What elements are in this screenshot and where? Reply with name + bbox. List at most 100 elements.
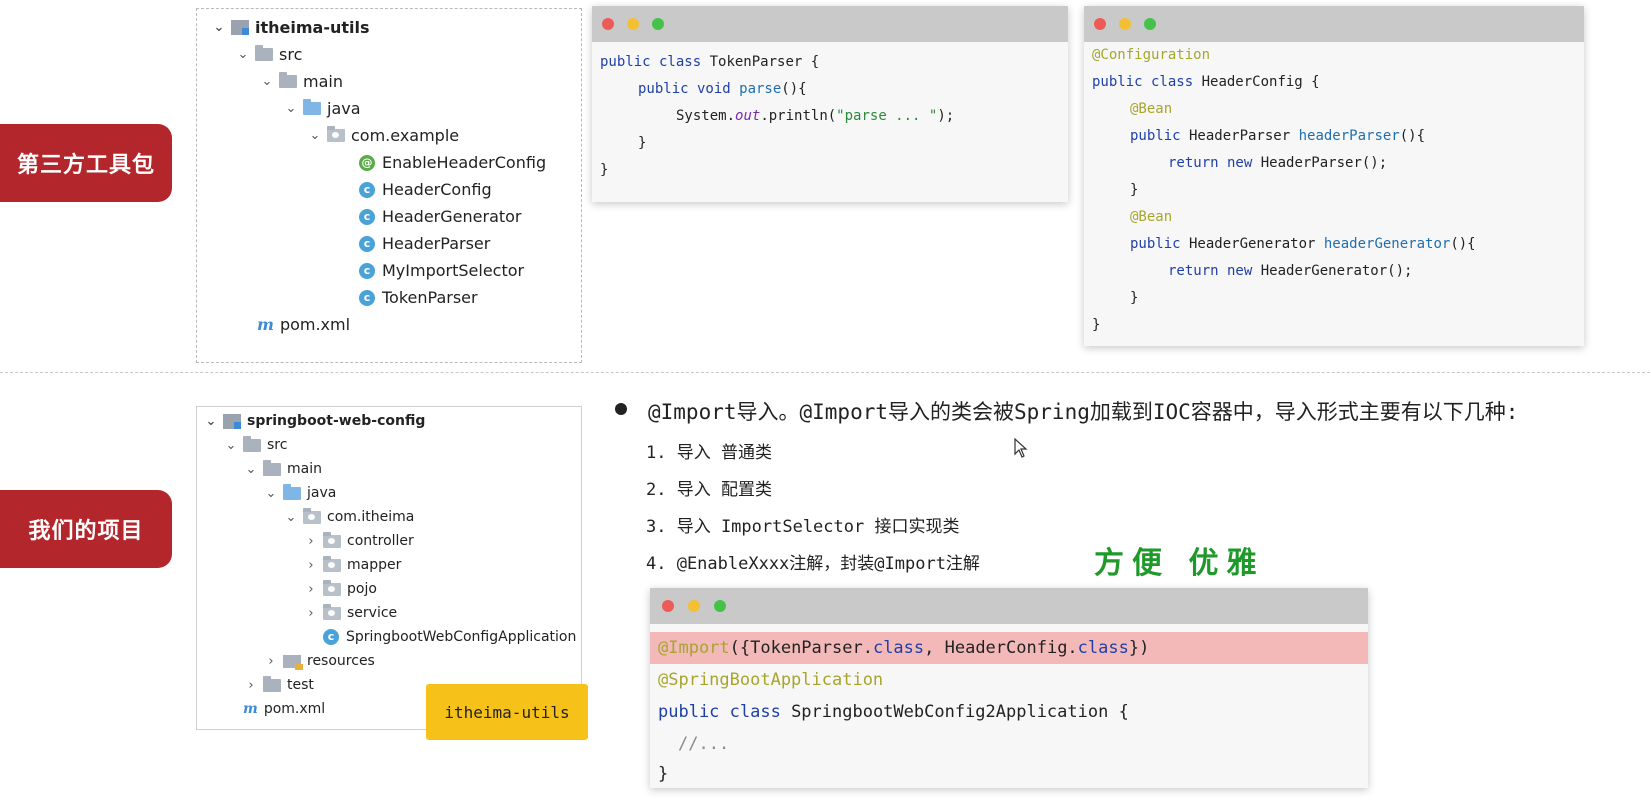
package-icon — [323, 531, 341, 548]
code-line: } — [600, 162, 609, 178]
tree-node-folder[interactable]: › pojo — [303, 579, 377, 597]
tree-node-test[interactable]: › test — [243, 675, 314, 693]
close-dot-icon — [1094, 18, 1106, 30]
code-line: public class SpringbootWebConfig2Applica… — [658, 702, 1129, 722]
code-line: //... — [678, 734, 730, 754]
code-line: @Bean — [1130, 209, 1173, 225]
chevron-down-icon[interactable]: ⌄ — [283, 510, 299, 525]
bullet-dot — [615, 403, 627, 415]
tree-node-pom[interactable]: m pom.xml — [239, 701, 325, 717]
code-line: @Import({TokenParser.class, HeaderConfig… — [658, 638, 1150, 658]
chevron-down-icon[interactable]: ⌄ — [307, 128, 323, 143]
tree-node-pom[interactable]: m pom.xml — [253, 315, 350, 334]
tree-node-root[interactable]: ⌄ itheima-utils — [211, 18, 370, 37]
tree-node-java[interactable]: ⌄ java — [283, 99, 361, 118]
list-item: 2. 导入 配置类 — [646, 480, 772, 500]
close-dot-icon — [602, 18, 614, 30]
code-window-header-config: @Configuration public class HeaderConfig… — [1084, 6, 1584, 346]
window-titlebar — [592, 6, 1068, 42]
minimize-dot-icon — [1119, 18, 1131, 30]
chevron-right-icon[interactable]: › — [263, 654, 279, 669]
maximize-dot-icon — [714, 600, 726, 612]
tree-node-folder[interactable]: › controller — [303, 531, 414, 549]
code-line: } — [1092, 317, 1101, 333]
tree-node-folder[interactable]: › service — [303, 603, 397, 621]
chevron-down-icon[interactable]: ⌄ — [283, 101, 299, 116]
tree-node-src[interactable]: ⌄ src — [235, 45, 302, 64]
tree-node-class[interactable]: c TokenParser — [355, 288, 478, 307]
code-line: @SpringBootApplication — [658, 670, 884, 690]
package-icon — [323, 579, 341, 596]
folder-icon — [243, 435, 261, 452]
code-window-application: @Import({TokenParser.class, HeaderConfig… — [650, 588, 1368, 788]
tree-node-src[interactable]: ⌄ src — [223, 435, 287, 453]
tree-node-main[interactable]: ⌄ main — [259, 72, 343, 91]
tree-node-main[interactable]: ⌄ main — [243, 459, 322, 477]
class-icon: c — [359, 208, 375, 225]
code-line: return new HeaderGenerator(); — [1168, 263, 1413, 279]
bullet-heading: @Import导入。@Import导入的类会被Spring加载到IOC容器中，导… — [648, 400, 1519, 424]
code-line: } — [1130, 290, 1139, 306]
close-dot-icon — [662, 600, 674, 612]
package-icon — [303, 507, 321, 524]
chevron-down-icon[interactable]: ⌄ — [243, 462, 259, 477]
maximize-dot-icon — [652, 18, 664, 30]
code-line: } — [1130, 182, 1139, 198]
tree-node-package[interactable]: ⌄ com.example — [307, 126, 459, 145]
chevron-down-icon[interactable]: ⌄ — [235, 47, 251, 62]
tree-node-class[interactable]: c MyImportSelector — [355, 261, 524, 280]
chevron-right-icon[interactable]: › — [303, 534, 319, 549]
section-divider — [0, 372, 1650, 373]
handwritten-note: 方便 优雅 — [1094, 546, 1265, 581]
tree-node-folder[interactable]: › mapper — [303, 555, 401, 573]
code-line: public void parse(){ — [638, 81, 807, 97]
chevron-right-icon[interactable]: › — [303, 558, 319, 573]
code-window-token-parser: public class TokenParser { public void p… — [592, 6, 1068, 202]
tree-node-java[interactable]: ⌄ java — [263, 483, 336, 501]
module-icon — [223, 413, 241, 429]
list-item: 3. 导入 ImportSelector 接口实现类 — [646, 517, 960, 537]
tree-node-resources[interactable]: › resources — [263, 653, 375, 670]
chevron-down-icon[interactable]: ⌄ — [211, 20, 227, 35]
package-icon — [323, 603, 341, 620]
maven-icon: m — [243, 701, 258, 717]
tree-node-class[interactable]: c HeaderConfig — [355, 180, 492, 199]
project-tree-springboot-web-config: ⌄ springboot-web-config ⌄ src ⌄ main ⌄ j… — [196, 406, 582, 730]
code-line: } — [638, 135, 647, 151]
chevron-down-icon[interactable]: ⌄ — [203, 414, 219, 429]
chevron-down-icon[interactable]: ⌄ — [263, 486, 279, 501]
tree-node-class[interactable]: c HeaderGenerator — [355, 207, 522, 226]
list-item: 1. 导入 普通类 — [646, 443, 772, 463]
tree-node-class[interactable]: @ EnableHeaderConfig — [355, 153, 546, 172]
code-line: public HeaderGenerator headerGenerator()… — [1130, 236, 1476, 252]
resources-folder-icon — [283, 654, 303, 670]
folder-icon — [263, 459, 281, 476]
class-icon: c — [359, 181, 375, 198]
sticky-note: itheima-utils — [426, 684, 588, 740]
tree-node-app-class[interactable]: c SpringbootWebConfigApplication — [319, 629, 576, 645]
code-line: public HeaderParser headerParser(){ — [1130, 128, 1426, 144]
tree-node-class[interactable]: c HeaderParser — [355, 234, 490, 253]
folder-icon — [279, 72, 297, 88]
folder-icon — [263, 675, 281, 692]
class-icon: c — [359, 262, 375, 279]
maximize-dot-icon — [1144, 18, 1156, 30]
tree-node-root[interactable]: ⌄ springboot-web-config — [203, 413, 426, 429]
code-line: return new HeaderParser(); — [1168, 155, 1388, 171]
source-folder-icon — [283, 483, 301, 500]
tree-node-package[interactable]: ⌄ com.itheima — [283, 507, 414, 525]
chevron-down-icon[interactable]: ⌄ — [223, 438, 239, 453]
chevron-down-icon[interactable]: ⌄ — [259, 74, 275, 89]
module-icon — [231, 20, 249, 35]
list-item: 4. @EnableXxxx注解，封装@Import注解 — [646, 554, 980, 574]
chevron-right-icon[interactable]: › — [303, 582, 319, 597]
folder-icon — [255, 45, 273, 61]
code-line: System.out.println("parse ... "); — [676, 108, 955, 124]
window-titlebar — [650, 588, 1368, 624]
code-line: @Configuration — [1092, 47, 1211, 63]
annotation-icon: @ — [359, 154, 375, 171]
minimize-dot-icon — [688, 600, 700, 612]
code-line: @Bean — [1130, 101, 1173, 117]
chevron-right-icon[interactable]: › — [243, 678, 259, 693]
chevron-right-icon[interactable]: › — [303, 606, 319, 621]
